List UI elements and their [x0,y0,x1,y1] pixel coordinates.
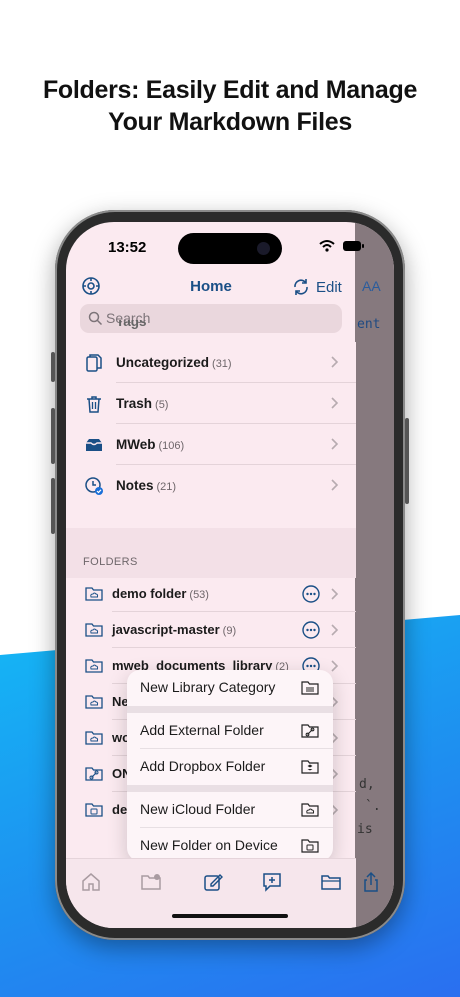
list-item-count: (31) [212,358,232,370]
compose-icon[interactable] [202,871,224,893]
cloud-folder-icon [301,803,319,817]
link-folder-icon [85,767,103,781]
menu-item-add-external-folder[interactable]: Add External Folder [127,713,333,749]
list-item-label: Notes [116,478,154,493]
menu-item-label: Add External Folder [140,722,264,738]
folder-label: demo folder [112,586,187,601]
font-size-button[interactable]: AA [362,278,381,294]
list-item-label: Uncategorized [116,355,210,370]
cloud-folder-icon [85,623,103,637]
folder-row-demo[interactable]: demo folder (53) [66,576,356,612]
home-icon[interactable] [80,871,102,893]
menu-item-label: New Folder on Device [140,837,278,853]
editor-preview-panel: AA ent d, `. is [355,222,394,928]
menu-item-label: Add Dropbox Folder [140,758,266,774]
headline-line-2: Your Markdown Files [108,108,352,136]
battery-icon [343,241,364,251]
section-gap [66,528,356,578]
list-item-count: (106) [158,440,185,452]
new-message-icon[interactable] [261,871,283,893]
cloud-folder-icon [85,659,103,673]
new-folder-icon[interactable] [140,871,162,893]
clock-badge-icon [85,477,103,495]
list-item-trash[interactable]: Trash (5) [66,383,356,424]
share-icon[interactable] [360,871,382,893]
preview-text-b: `. [365,799,381,814]
code-snippet-text: ent [357,317,381,332]
headline: Folders: Easily Edit and Manage Your Mar… [0,74,460,138]
top-bar: Home Edit [66,274,356,304]
menu-item-new-icloud-folder[interactable]: New iCloud Folder [127,792,333,828]
list-item-tags[interactable]: Tags [66,320,356,342]
menu-item-new-library-category[interactable]: New Library Category [127,670,333,706]
edit-button[interactable]: Edit [292,277,342,297]
new-folder-context-menu: New Library Category Add External Folder… [127,670,333,861]
trash-icon [87,396,101,413]
inbox-tray-icon [86,439,102,451]
preview-text-c: is [357,822,373,837]
chevron-right-icon [331,479,339,491]
folder-label: de [112,802,128,817]
cloud-folder-icon [85,587,103,601]
menu-item-label: New iCloud Folder [140,801,256,817]
device-folder-icon [85,803,103,817]
folders-section-header: FOLDERS [83,556,138,568]
volume-up-button [51,408,55,464]
folder-count: (53) [189,589,209,601]
menu-item-label: New Library Category [140,679,276,695]
cloud-folder-icon [85,695,103,709]
list-item-label: Trash [116,396,153,411]
more-options-icon[interactable] [302,621,320,639]
chevron-right-icon [331,397,339,409]
chevron-right-icon [331,588,339,600]
volume-down-button [51,478,55,534]
dropbox-folder-icon [301,760,319,774]
menu-item-new-folder-on-device[interactable]: New Folder on Device [127,828,333,861]
list-item-uncategorized[interactable]: Uncategorized (31) [66,342,356,383]
chevron-right-icon [331,438,339,450]
library-list: Tags Uncategorized (31) Trash (5) MWeb (… [66,320,356,528]
list-item-mweb[interactable]: MWeb (106) [66,424,356,465]
headline-line-1: Folders: Easily Edit and Manage [42,76,418,104]
status-icons [319,240,364,252]
folder-count: (9) [222,625,237,637]
documents-icon [86,354,102,372]
phone-screen: AA ent d, `. is 13:52 Home Edit Search T… [66,222,394,928]
sync-icon [294,279,308,295]
preview-text-a: d, [359,777,375,792]
mute-switch [51,352,55,382]
wifi-icon [319,240,335,252]
more-options-icon[interactable] [302,585,320,603]
list-item-count: (21) [156,481,177,493]
menu-item-add-dropbox-folder[interactable]: Add Dropbox Folder [127,749,333,785]
device-folder-icon [301,839,319,853]
edit-label: Edit [316,278,342,296]
library-folder-icon [301,681,319,695]
power-button [405,418,409,504]
list-item-notes[interactable]: Notes (21) [66,465,356,506]
chevron-right-icon [331,356,339,368]
folder-row-javascript-master[interactable]: javascript-master (9) [66,612,356,648]
list-item-count: (5) [155,399,169,411]
folder-icon[interactable] [320,871,342,893]
chevron-right-icon [331,624,339,636]
list-item-label: MWeb [116,437,156,452]
cloud-folder-icon [85,731,103,745]
folder-label: javascript-master [112,622,220,637]
dynamic-island [178,233,282,264]
status-time: 13:52 [108,239,147,256]
link-folder-icon [301,724,319,738]
home-indicator [172,914,288,918]
